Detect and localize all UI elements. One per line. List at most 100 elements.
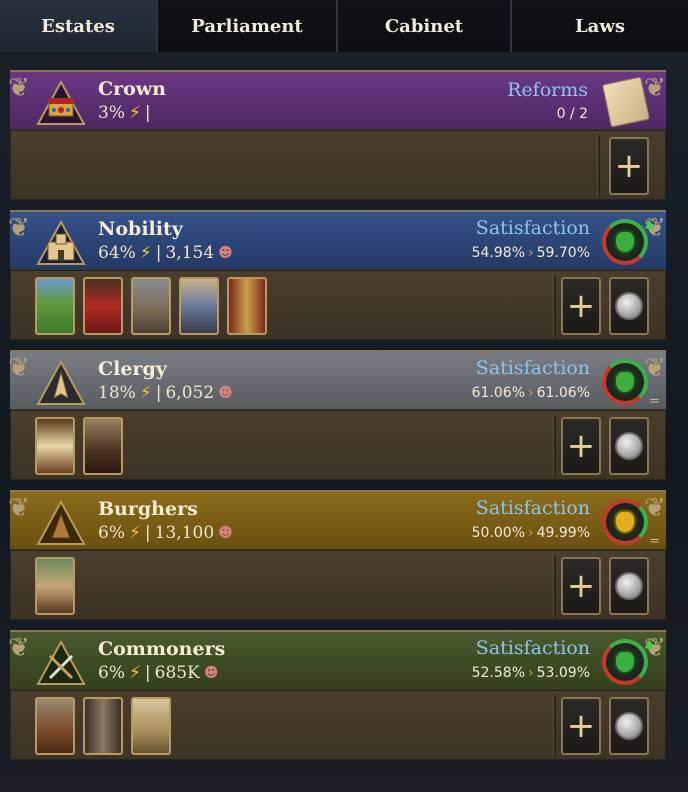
crown-icon	[36, 80, 86, 125]
tab-estates[interactable]: Estates	[0, 0, 158, 52]
bolt-icon: ⚡	[128, 663, 141, 683]
divider	[553, 275, 556, 337]
plus-icon: +	[566, 566, 596, 606]
stat-separator: |	[144, 523, 151, 543]
coin-icon	[615, 572, 643, 600]
satisfaction-label: Satisfaction	[475, 217, 590, 239]
stable-icon: =	[649, 534, 660, 549]
estate-body: +	[10, 270, 666, 340]
crown-body: +	[10, 130, 666, 200]
estate-header: ❦ ❦ Nobility 64% ⚡ | 3,154 ☻ Satisfactio…	[8, 210, 666, 270]
merchant-privilege-icon[interactable]	[35, 557, 75, 615]
noble-lady-privilege-icon[interactable]	[83, 277, 123, 335]
crown-power-percent: 3%	[98, 103, 125, 123]
monk-privilege-icon[interactable]	[83, 417, 123, 475]
estate-population: 3,154	[165, 243, 215, 263]
pitchfork-icon	[36, 640, 86, 685]
satisfaction-dial[interactable]	[602, 359, 648, 405]
satisfaction-current: 61.06%	[471, 385, 525, 401]
coin-button[interactable]	[609, 277, 649, 335]
satisfaction-current: 50.00%	[471, 525, 525, 541]
money-bag-icon	[36, 500, 86, 545]
ornament-icon: ❦	[644, 73, 666, 103]
satisfaction-dial[interactable]	[602, 219, 648, 265]
scales-privilege-icon[interactable]	[131, 697, 171, 755]
ornament-icon: ❦	[8, 213, 30, 243]
tab-parliament[interactable]: Parliament	[158, 0, 338, 52]
mask-icon	[614, 230, 636, 254]
praying-hands-icon	[36, 360, 86, 405]
arrow-icon: ›	[528, 385, 534, 401]
satisfaction-label: Satisfaction	[475, 637, 590, 659]
tab-laws[interactable]: Laws	[512, 0, 688, 52]
plus-icon: +	[566, 286, 596, 326]
stat-separator: |	[155, 383, 162, 403]
add-privilege-button[interactable]: +	[561, 557, 601, 615]
estate-body: +	[10, 690, 666, 760]
population-icon: ☻	[218, 245, 233, 261]
court-couple-privilege-icon[interactable]	[179, 277, 219, 335]
population-icon: ☻	[218, 385, 233, 401]
divider	[597, 135, 600, 197]
crown-stats: 3% ⚡ |	[98, 103, 151, 123]
banner-hall-privilege-icon[interactable]	[227, 277, 267, 335]
stat-separator: |	[155, 243, 162, 263]
estate-population: 685K	[154, 663, 200, 683]
divider	[553, 415, 556, 477]
cart-privilege-icon[interactable]	[35, 697, 75, 755]
holy-book-privilege-icon[interactable]	[35, 417, 75, 475]
scroll-icon[interactable]	[601, 76, 651, 128]
trend-up-icon: ▲	[644, 216, 654, 230]
satisfaction-values: 54.98% › 59.70%	[472, 245, 590, 261]
satisfaction-target: 61.06%	[536, 385, 590, 401]
satisfaction-dial[interactable]	[602, 499, 648, 545]
castle-privilege-icon[interactable]	[131, 277, 171, 335]
trend-up-icon: ▲	[644, 636, 654, 650]
estate-header: ❦ ❦ Commoners 6% ⚡ | 685K ☻ Satisfaction…	[8, 630, 666, 690]
satisfaction-target: 53.09%	[536, 665, 590, 681]
arrow-icon: ›	[528, 665, 534, 681]
stable-icon: =	[649, 394, 660, 409]
plus-icon: +	[614, 146, 644, 186]
divider	[553, 555, 556, 617]
mask-icon	[614, 370, 636, 394]
satisfaction-target: 59.70%	[536, 245, 590, 261]
ornament-icon: ❦	[8, 493, 30, 523]
tab-bar: Estates Parliament Cabinet Laws	[0, 0, 688, 52]
stat-separator: |	[144, 103, 151, 123]
satisfaction-dial[interactable]	[602, 639, 648, 685]
mask-icon	[614, 650, 636, 674]
tab-cabinet[interactable]: Cabinet	[338, 0, 512, 52]
estate-power-percent: 6%	[98, 663, 125, 683]
add-privilege-button[interactable]: +	[561, 277, 601, 335]
add-reform-button[interactable]: +	[609, 137, 649, 195]
estate-population: 6,052	[165, 383, 215, 403]
countryside-privilege-icon[interactable]	[35, 277, 75, 335]
estate-population: 13,100	[154, 523, 215, 543]
estate-power-percent: 64%	[98, 243, 136, 263]
population-icon: ☻	[203, 665, 219, 681]
estate-power-percent: 6%	[98, 523, 125, 543]
crown-header: ❦ ❦ Crown 3% ⚡ | Reforms 0 / 2	[8, 70, 666, 130]
coin-icon	[615, 712, 643, 740]
crown-name: Crown	[98, 78, 166, 100]
satisfaction-current: 52.58%	[471, 665, 525, 681]
arrow-icon: ›	[528, 525, 534, 541]
coin-button[interactable]	[609, 697, 649, 755]
ornament-icon: ❦	[8, 353, 30, 383]
estate-stats: 6% ⚡ | 685K ☻	[98, 663, 218, 683]
pitchfork-privilege-icon[interactable]	[83, 697, 123, 755]
add-privilege-button[interactable]: +	[561, 417, 601, 475]
arrow-icon: ›	[528, 245, 534, 261]
castle-icon	[36, 220, 86, 265]
add-privilege-button[interactable]: +	[561, 697, 601, 755]
estate-stats: 6% ⚡ | 13,100 ☻	[98, 523, 233, 543]
estate-stats: 64% ⚡ | 3,154 ☻	[98, 243, 233, 263]
reforms-label[interactable]: Reforms	[507, 79, 588, 101]
bolt-icon: ⚡	[139, 243, 152, 263]
bolt-icon: ⚡	[128, 523, 141, 543]
coin-button[interactable]	[609, 557, 649, 615]
estate-name: Clergy	[98, 358, 167, 380]
coin-button[interactable]	[609, 417, 649, 475]
estate-power-percent: 18%	[98, 383, 136, 403]
